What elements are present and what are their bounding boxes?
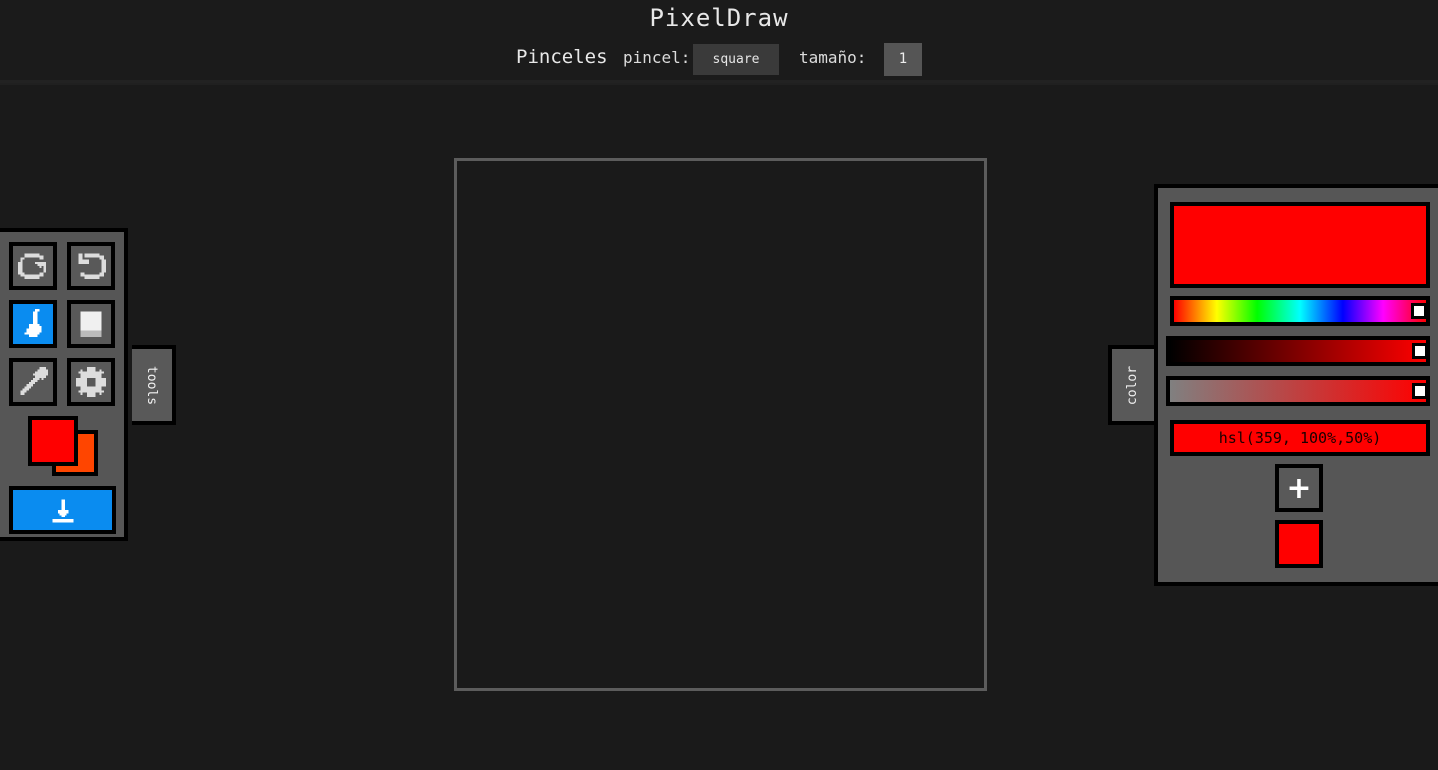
brush-size-label: tamaño:: [799, 48, 867, 67]
primary-color-swatch[interactable]: [28, 416, 78, 466]
lightness-slider-thumb[interactable]: [1412, 383, 1428, 399]
eyedropper-tool-button[interactable]: [9, 358, 57, 406]
eyedropper-icon: [20, 367, 48, 395]
redo-button[interactable]: [9, 242, 57, 290]
eraser-tool-button[interactable]: [67, 300, 115, 348]
drawing-canvas[interactable]: [454, 158, 987, 691]
color-panel: hsl(359, 100%,50%) +: [1154, 184, 1438, 586]
hue-slider[interactable]: [1170, 296, 1430, 326]
brush-tool-button[interactable]: [9, 300, 57, 348]
gear-icon: [76, 367, 106, 397]
brush-icon: [24, 309, 42, 337]
redo-icon: [18, 253, 46, 279]
tools-panel: [0, 228, 128, 541]
saved-color-swatch[interactable]: [1275, 520, 1323, 568]
header: PixelDraw Pinceles pincel: square tamaño…: [0, 0, 1438, 83]
undo-button[interactable]: [67, 242, 115, 290]
color-value-field[interactable]: hsl(359, 100%,50%): [1170, 420, 1430, 456]
download-button[interactable]: [9, 486, 116, 534]
saturation-slider[interactable]: [1166, 336, 1430, 366]
brush-type-select[interactable]: square: [693, 44, 779, 75]
hue-slider-thumb[interactable]: [1411, 303, 1428, 319]
brush-size-input[interactable]: 1: [884, 43, 922, 76]
undo-icon: [78, 253, 106, 279]
download-icon: [52, 499, 73, 523]
tools-tab[interactable]: tools: [132, 345, 176, 425]
app-title: PixelDraw: [649, 4, 789, 32]
brush-heading: Pinceles: [516, 46, 608, 68]
add-color-button[interactable]: +: [1275, 464, 1323, 512]
color-preview: [1170, 202, 1430, 288]
color-swatches: [28, 416, 102, 478]
lightness-slider[interactable]: [1166, 376, 1430, 406]
eraser-icon: [80, 311, 102, 337]
settings-button[interactable]: [67, 358, 115, 406]
brush-toolbar: Pinceles pincel: square tamaño: 1: [0, 42, 1438, 76]
color-tab[interactable]: color: [1108, 345, 1154, 425]
saturation-slider-thumb[interactable]: [1412, 343, 1428, 359]
color-tab-label: color: [1125, 365, 1141, 405]
tools-tab-label: tools: [144, 365, 160, 405]
brush-type-label: pincel:: [623, 48, 691, 67]
